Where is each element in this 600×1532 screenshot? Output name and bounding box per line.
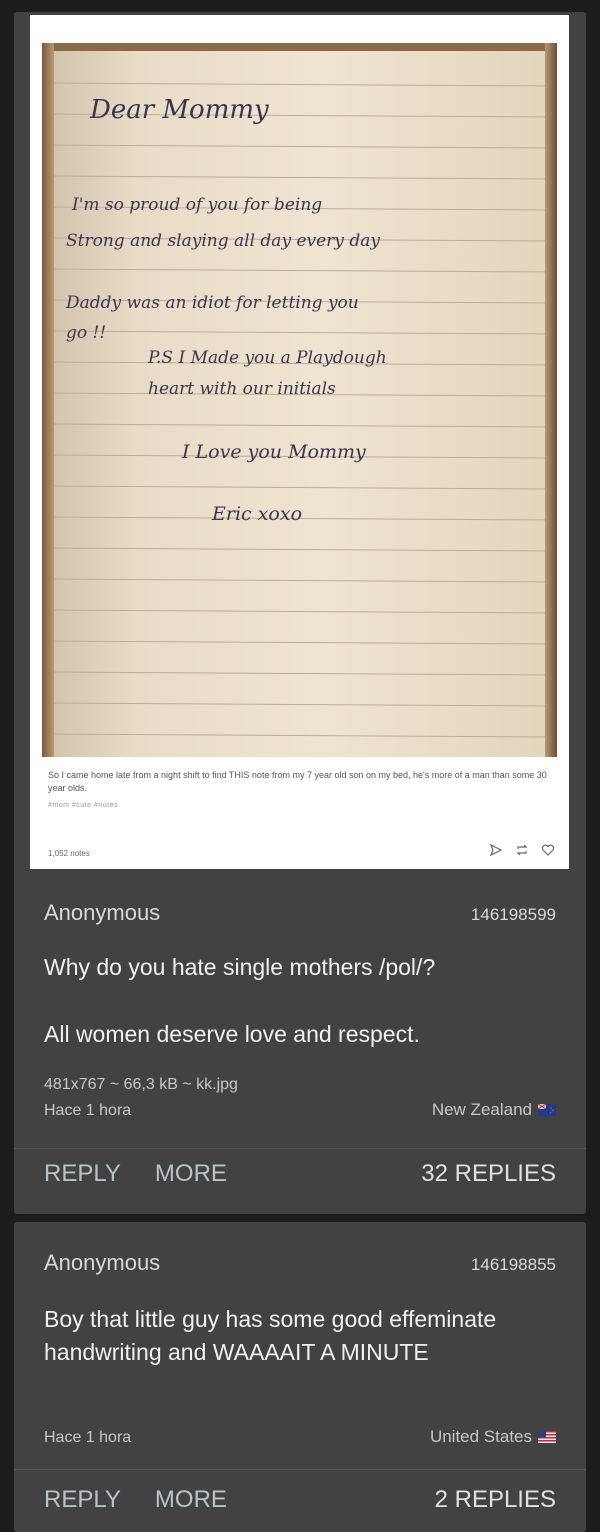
- share-icon[interactable]: [489, 843, 503, 857]
- ruled-line: [42, 423, 557, 428]
- paper-top-edge: [42, 43, 557, 51]
- more-button[interactable]: MORE: [155, 1486, 227, 1514]
- ruled-line: [42, 82, 557, 87]
- replies-count-button[interactable]: 32 REPLIES: [421, 1160, 556, 1188]
- note-line: P.S I Made you a Playdough: [148, 348, 387, 368]
- post-country: United States: [430, 1427, 556, 1447]
- post-actions-bar: REPLY MORE 32 REPLIES: [44, 1160, 556, 1188]
- nz-flag-icon: [538, 1104, 556, 1116]
- note-line: heart with our initials: [148, 379, 336, 399]
- heart-icon[interactable]: [541, 843, 555, 857]
- ruled-line: [42, 702, 557, 707]
- country-name: New Zealand: [431, 1100, 532, 1119]
- post-number[interactable]: 146198855: [471, 1255, 556, 1275]
- post-actions-bar: REPLY MORE 2 REPLIES: [44, 1486, 556, 1514]
- note-line: go !!: [66, 323, 107, 343]
- poster-name: Anonymous: [44, 900, 161, 925]
- post-country: New Zealand: [432, 1100, 556, 1120]
- paper-left-edge: [42, 43, 54, 757]
- ruled-line: [42, 144, 557, 149]
- country-name: United States: [429, 1427, 532, 1446]
- ruled-line: [42, 175, 557, 180]
- ruled-line: [42, 268, 557, 273]
- ruled-line: [42, 330, 557, 335]
- ruled-paper-lines: [42, 82, 557, 738]
- note-line: I'm so proud of you for being: [72, 195, 323, 215]
- note-line: Strong and slaying all day every day: [66, 231, 380, 251]
- reply-button[interactable]: REPLY: [44, 1486, 121, 1514]
- paper-right-edge: [545, 43, 557, 757]
- post-header: Anonymous 146198599: [44, 900, 556, 926]
- note-line: Daddy was an idiot for letting you: [66, 293, 359, 313]
- post-image[interactable]: Dear Mommy I'm so proud of you for being…: [30, 15, 569, 869]
- more-button[interactable]: MORE: [155, 1160, 227, 1188]
- reply-post-card: Anonymous 146198855 Boy that little guy …: [14, 1222, 586, 1532]
- ruled-line: [42, 547, 557, 552]
- reply-button[interactable]: REPLY: [44, 1160, 121, 1188]
- ruled-line: [42, 640, 557, 645]
- post-body-line: Why do you hate single mothers /pol/?: [44, 954, 436, 980]
- post-number[interactable]: 146198599: [471, 905, 556, 925]
- ruled-line: [42, 671, 557, 676]
- us-flag-icon: [538, 1431, 556, 1443]
- note-greeting: Dear Mommy: [90, 95, 269, 125]
- post-divider: [14, 1148, 586, 1149]
- ruled-line: [42, 733, 557, 738]
- ruled-line: [42, 578, 557, 583]
- op-post-card: Dear Mommy I'm so proud of you for being…: [14, 12, 586, 1214]
- post-caption: So I came home late from a night shift t…: [48, 770, 547, 793]
- ruled-line: [42, 609, 557, 614]
- notes-count[interactable]: 1,052 notes: [48, 849, 90, 858]
- ruled-line: [42, 485, 557, 490]
- post-time: Hace 1 hora: [44, 1429, 132, 1446]
- post-body-line: All women deserve love and respect.: [44, 1021, 420, 1047]
- reblog-icon[interactable]: [515, 843, 529, 857]
- replies-count-button[interactable]: 2 REPLIES: [435, 1486, 556, 1514]
- note-line: I Love you Mommy: [182, 441, 366, 463]
- file-info[interactable]: 481x767 ~ 66,3 kB ~ kk.jpg: [44, 1072, 238, 1098]
- handwritten-note-photo: Dear Mommy I'm so proud of you for being…: [42, 43, 557, 757]
- post-divider: [14, 1469, 586, 1470]
- post-tags[interactable]: #mom #cute #notes: [48, 802, 118, 809]
- poster-name: Anonymous: [44, 1250, 161, 1275]
- post-time: Hace 1 hora: [44, 1102, 132, 1119]
- note-signature: Eric xoxo: [212, 503, 303, 525]
- post-action-icons: [489, 843, 555, 857]
- reply-body: Boy that little guy has some good effemi…: [44, 1306, 497, 1365]
- reply-header: Anonymous 146198855: [44, 1250, 556, 1276]
